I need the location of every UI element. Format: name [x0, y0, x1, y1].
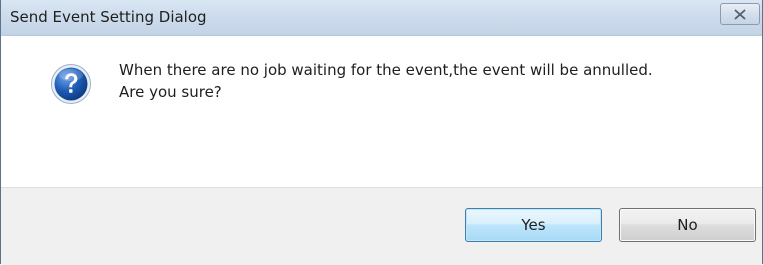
no-button[interactable]: No [619, 208, 756, 242]
message-line-1: When there are no job waiting for the ev… [119, 61, 653, 79]
title-bar[interactable]: Send Event Setting Dialog [1, 0, 762, 36]
dialog-message: When there are no job waiting for the ev… [119, 59, 653, 103]
close-x-icon [734, 9, 746, 19]
question-mark-icon [50, 63, 92, 105]
message-line-2: Are you sure? [119, 83, 222, 101]
close-button[interactable] [720, 3, 760, 25]
yes-button[interactable]: Yes [465, 208, 602, 242]
dialog-window: Send Event Setting Dialog When there are… [0, 0, 763, 265]
window-title: Send Event Setting Dialog [10, 8, 207, 26]
